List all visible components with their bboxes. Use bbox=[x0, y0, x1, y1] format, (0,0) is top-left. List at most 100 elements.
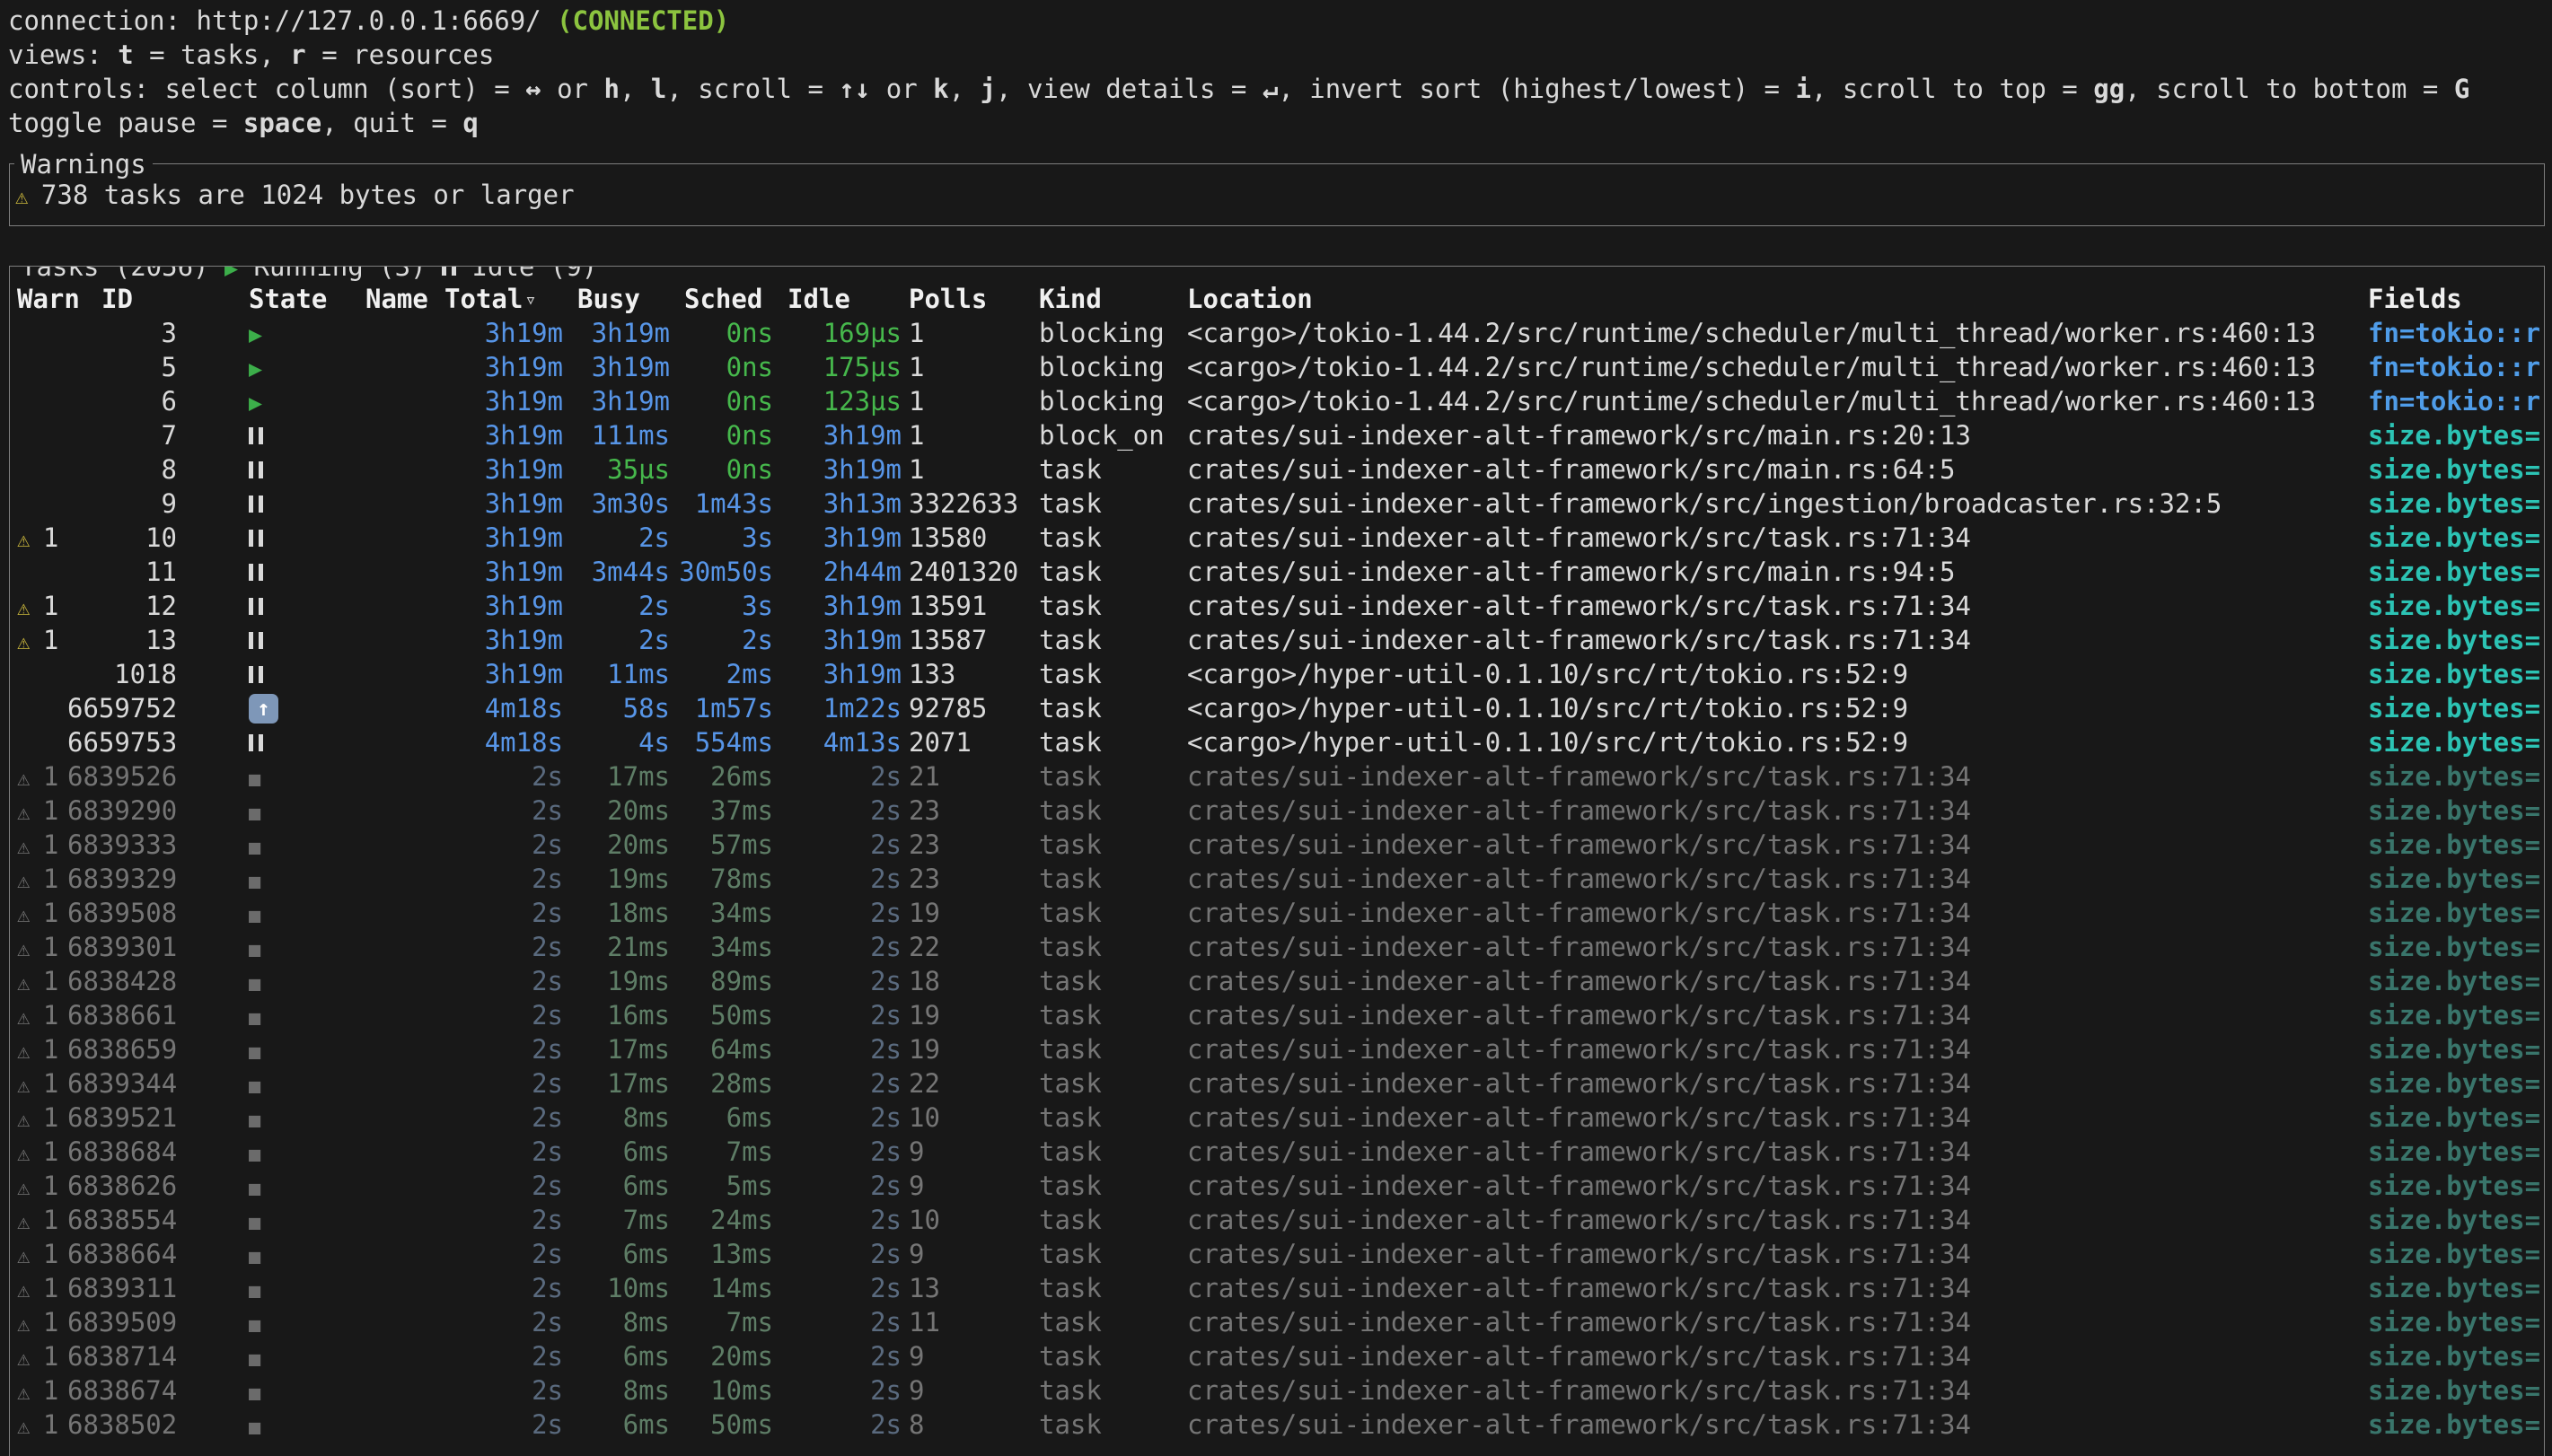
cell-warn: ⚠ 1 bbox=[15, 794, 67, 828]
stopped-icon: ■ bbox=[249, 1280, 260, 1303]
cell-sched: 1m57s bbox=[677, 691, 780, 725]
table-row[interactable]: 66597534m18s4s554ms4m13s2071task<cargo>/… bbox=[15, 725, 2544, 759]
cell-polls: 19 bbox=[909, 998, 1039, 1032]
table-row[interactable]: ⚠ 16838554■2s7ms24ms2s10taskcrates/sui-i… bbox=[15, 1203, 2544, 1237]
cell-busy: 17ms bbox=[570, 759, 677, 794]
cell-polls: 1 bbox=[909, 452, 1039, 487]
paused-icon bbox=[249, 487, 263, 521]
cell-polls: 18 bbox=[909, 964, 1039, 998]
cell-total: 2s bbox=[437, 828, 570, 862]
cell-fields: size.bytes= bbox=[2368, 487, 2544, 521]
table-row[interactable]: 73h19m111ms0ns3h19m1block_oncrates/sui-i… bbox=[15, 418, 2544, 452]
table-row[interactable]: 6▶3h19m3h19m0ns123µs1blocking<cargo>/tok… bbox=[15, 384, 2544, 418]
cell-total: 2s bbox=[437, 1032, 570, 1066]
cell-name bbox=[331, 1408, 437, 1442]
cell-name bbox=[331, 487, 437, 521]
cell-idle: 169µs bbox=[780, 316, 909, 350]
cell-fields: size.bytes= bbox=[2368, 452, 2544, 487]
text-segment: , quit = bbox=[321, 108, 462, 138]
cell-idle: 1m22s bbox=[780, 691, 909, 725]
cell-state: ■ bbox=[179, 1373, 331, 1408]
text-segment: , scroll to bottom = bbox=[2125, 74, 2454, 104]
column-header-total[interactable]: Total▿ bbox=[437, 282, 570, 318]
cell-warn: ⚠ 1 bbox=[15, 1237, 67, 1271]
column-header-id[interactable]: ID bbox=[67, 282, 179, 318]
table-row[interactable]: ⚠ 16838659■2s17ms64ms2s19taskcrates/sui-… bbox=[15, 1032, 2544, 1066]
table-row[interactable]: ⚠ 16838626■2s6ms5ms2s9taskcrates/sui-ind… bbox=[15, 1169, 2544, 1203]
cell-warn bbox=[15, 725, 67, 759]
table-row[interactable]: ⚠ 16838684■2s6ms7ms2s9taskcrates/sui-ind… bbox=[15, 1135, 2544, 1169]
cell-name bbox=[331, 1032, 437, 1066]
cell-busy: 4s bbox=[570, 725, 677, 759]
help-header: connection: http://127.0.0.1:6669/ (CONN… bbox=[0, 0, 2552, 140]
cell-total: 3h19m bbox=[437, 452, 570, 487]
cell-state: ■ bbox=[179, 794, 331, 828]
cell-busy: 19ms bbox=[570, 964, 677, 998]
cell-name bbox=[331, 1305, 437, 1339]
column-header-state[interactable]: State bbox=[179, 282, 331, 318]
cell-name bbox=[331, 623, 437, 657]
cell-busy: 3m44s bbox=[570, 555, 677, 589]
column-header-busy[interactable]: Busy bbox=[570, 282, 677, 318]
table-row[interactable]: 5▶3h19m3h19m0ns175µs1blocking<cargo>/tok… bbox=[15, 350, 2544, 384]
connection-line: connection: http://127.0.0.1:6669/ (CONN… bbox=[8, 4, 2552, 38]
cell-id: 6839344 bbox=[67, 1066, 179, 1101]
table-row[interactable]: ⚠ 16839311■2s10ms14ms2s13taskcrates/sui-… bbox=[15, 1271, 2544, 1305]
table-row[interactable]: 10183h19m11ms2ms3h19m133task<cargo>/hype… bbox=[15, 657, 2544, 691]
up-arrow-icon: ↑ bbox=[249, 694, 278, 724]
stopped-icon: ■ bbox=[249, 1382, 260, 1405]
cell-warn bbox=[15, 487, 67, 521]
column-header-warn[interactable]: Warn bbox=[15, 282, 67, 318]
table-row[interactable]: ⚠ 16838428■2s19ms89ms2s18taskcrates/sui-… bbox=[15, 964, 2544, 998]
table-row[interactable]: ⚠ 16839290■2s20ms37ms2s23taskcrates/sui-… bbox=[15, 794, 2544, 828]
table-row[interactable]: ⚠ 16839301■2s21ms34ms2s22taskcrates/sui-… bbox=[15, 930, 2544, 964]
table-row[interactable]: ⚠ 16839329■2s19ms78ms2s23taskcrates/sui-… bbox=[15, 862, 2544, 896]
cell-id: 1018 bbox=[67, 657, 179, 691]
cell-warn: ⚠ 1 bbox=[15, 759, 67, 794]
table-row[interactable]: ⚠ 1103h19m2s3s3h19m13580taskcrates/sui-i… bbox=[15, 521, 2544, 555]
cell-fields: size.bytes= bbox=[2368, 1237, 2544, 1271]
table-row[interactable]: ⚠ 16839521■2s8ms6ms2s10taskcrates/sui-in… bbox=[15, 1101, 2544, 1135]
table-row[interactable]: ⚠ 16839344■2s17ms28ms2s22taskcrates/sui-… bbox=[15, 1066, 2544, 1101]
table-row[interactable]: 83h19m35µs0ns3h19m1taskcrates/sui-indexe… bbox=[15, 452, 2544, 487]
column-header-idle[interactable]: Idle bbox=[780, 282, 909, 318]
table-row[interactable]: ⚠ 1133h19m2s2s3h19m13587taskcrates/sui-i… bbox=[15, 623, 2544, 657]
table-row[interactable]: ⚠ 1123h19m2s3s3h19m13591taskcrates/sui-i… bbox=[15, 589, 2544, 623]
column-header-location[interactable]: Location bbox=[1187, 282, 2368, 318]
cell-location: crates/sui-indexer-alt-framework/src/tas… bbox=[1187, 1169, 2368, 1203]
column-header-kind[interactable]: Kind bbox=[1039, 282, 1187, 318]
cell-state: ■ bbox=[179, 1066, 331, 1101]
table-row[interactable]: 6659752↑4m18s58s1m57s1m22s92785task<carg… bbox=[15, 691, 2544, 725]
cell-fields: size.bytes= bbox=[2368, 1169, 2544, 1203]
cell-id: 6839508 bbox=[67, 896, 179, 930]
column-header-name[interactable]: Name bbox=[331, 282, 437, 318]
table-row[interactable]: 3▶3h19m3h19m0ns169µs1blocking<cargo>/tok… bbox=[15, 316, 2544, 350]
cell-polls: 1 bbox=[909, 316, 1039, 350]
column-header-polls[interactable]: Polls bbox=[909, 282, 1039, 318]
column-header-fields[interactable]: Fields bbox=[2368, 282, 2544, 318]
table-row[interactable]: ⚠ 16838664■2s6ms13ms2s9taskcrates/sui-in… bbox=[15, 1237, 2544, 1271]
cell-sched: 50ms bbox=[677, 1408, 780, 1442]
table-row[interactable]: ⚠ 16838661■2s16ms50ms2s19taskcrates/sui-… bbox=[15, 998, 2544, 1032]
warning-icon: ⚠ bbox=[17, 1004, 43, 1030]
text-segment: or bbox=[870, 74, 933, 104]
table-row[interactable]: ⚠ 16838674■2s8ms10ms2s9taskcrates/sui-in… bbox=[15, 1373, 2544, 1408]
text-segment: Tasks (2056) bbox=[21, 266, 224, 282]
cell-id: 12 bbox=[67, 589, 179, 623]
table-row[interactable]: ⚠ 16839526■2s17ms26ms2s21taskcrates/sui-… bbox=[15, 759, 2544, 794]
table-row[interactable]: 113h19m3m44s30m50s2h44m2401320taskcrates… bbox=[15, 555, 2544, 589]
stopped-icon: ■ bbox=[249, 1007, 260, 1030]
cell-state: ▶ bbox=[179, 316, 331, 350]
text-segment: i bbox=[1795, 74, 1810, 104]
table-row[interactable]: ⚠ 16839333■2s20ms57ms2s23taskcrates/sui-… bbox=[15, 828, 2544, 862]
table-row[interactable]: ⚠ 16838502■2s6ms50ms2s8taskcrates/sui-in… bbox=[15, 1408, 2544, 1442]
table-row[interactable]: 93h19m3m30s1m43s3h13m3322633taskcrates/s… bbox=[15, 487, 2544, 521]
cell-name bbox=[331, 452, 437, 487]
table-row[interactable]: ⚠ 16839508■2s18ms34ms2s19taskcrates/sui-… bbox=[15, 896, 2544, 930]
table-row[interactable]: ⚠ 16839509■2s8ms7ms2s11taskcrates/sui-in… bbox=[15, 1305, 2544, 1339]
cell-location: <cargo>/tokio-1.44.2/src/runtime/schedul… bbox=[1187, 384, 2368, 418]
table-row[interactable]: ⚠ 16838714■2s6ms20ms2s9taskcrates/sui-in… bbox=[15, 1339, 2544, 1373]
column-header-sched[interactable]: Sched bbox=[677, 282, 780, 318]
warning-icon: ⚠ bbox=[17, 800, 43, 825]
views-line: views: t = tasks, r = resources bbox=[8, 38, 2552, 72]
